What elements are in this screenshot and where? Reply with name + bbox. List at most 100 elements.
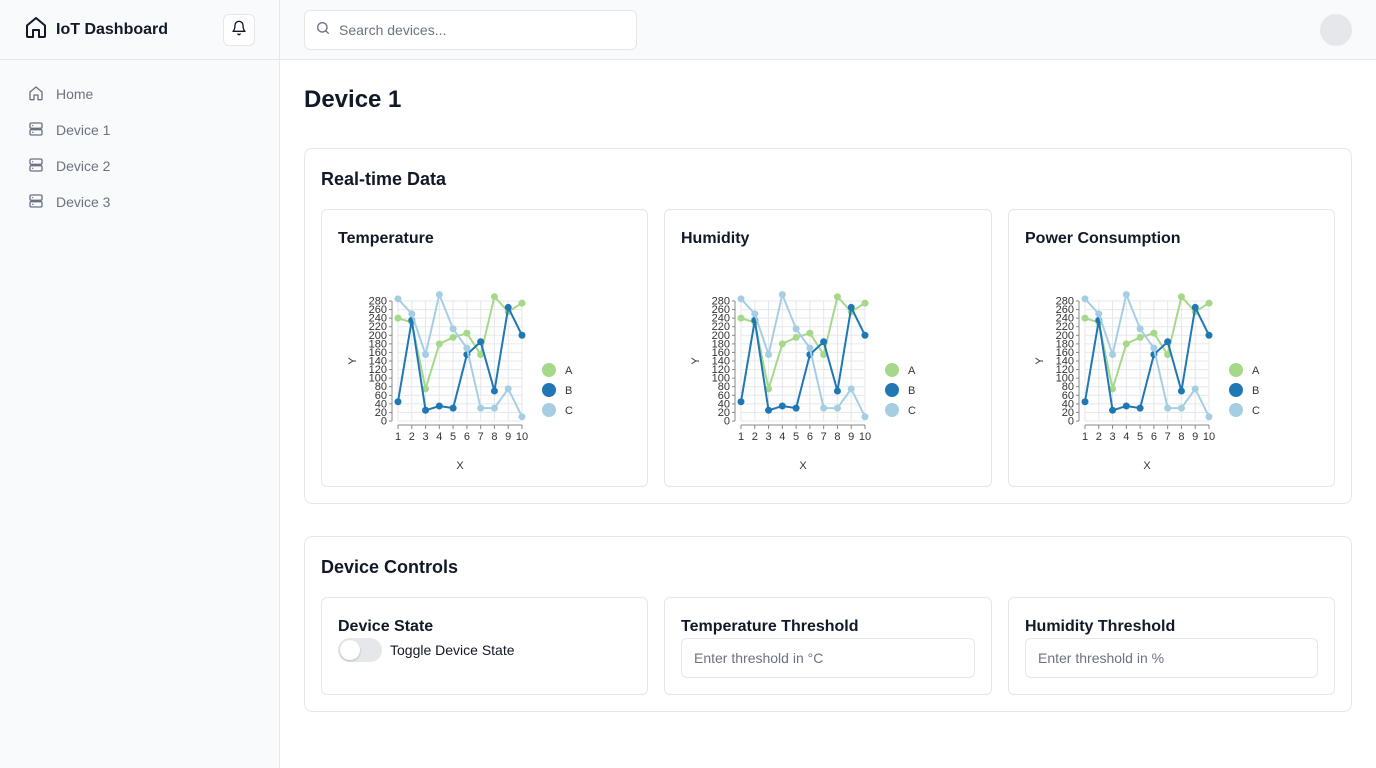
data-point-b	[1205, 331, 1213, 339]
search-input[interactable]	[339, 22, 619, 38]
home-icon	[28, 85, 44, 104]
home-icon	[24, 15, 48, 44]
data-point-c	[1150, 344, 1158, 352]
legend-swatch-a	[542, 363, 556, 377]
legend-label: A	[908, 365, 916, 377]
x-tick-label: 5	[793, 431, 799, 443]
x-tick-label: 7	[821, 431, 827, 443]
x-tick-label: 8	[491, 431, 497, 443]
legend-swatch-c	[885, 403, 899, 417]
legend-label: C	[565, 405, 573, 417]
data-point-a	[1205, 299, 1213, 307]
toggle-knob	[340, 640, 360, 660]
data-point-a	[1136, 333, 1144, 341]
data-point-a	[394, 314, 402, 322]
data-point-c	[1164, 404, 1172, 412]
x-tick-label: 10	[1203, 431, 1215, 443]
chart-card-humidity: Humidity 0 20 40 60 80 100 120 140 160 180 200 220 2…	[664, 209, 992, 487]
humidity-threshold-input[interactable]	[1025, 638, 1318, 678]
data-point-c	[463, 344, 471, 352]
data-point-b	[435, 402, 443, 410]
x-axis-label: X	[799, 460, 807, 472]
data-point-b	[1191, 303, 1199, 311]
data-point-a	[778, 340, 786, 348]
legend-swatch-a	[1229, 363, 1243, 377]
legend-swatch-c	[1229, 403, 1243, 417]
data-point-b	[820, 338, 828, 346]
x-tick-label: 1	[1082, 431, 1088, 443]
data-point-b	[422, 406, 430, 414]
legend-label: A	[1252, 365, 1260, 377]
toggle-label: Toggle Device State	[390, 642, 515, 658]
temperature-threshold-input[interactable]	[681, 638, 975, 678]
sidebar-item-device-2[interactable]: Device 2	[16, 148, 263, 184]
x-tick-label: 1	[738, 431, 744, 443]
temperature-threshold-card: Temperature Threshold	[664, 597, 992, 695]
x-tick-label: 8	[834, 431, 840, 443]
chart-card-temperature: Temperature 0 20 40 60 80 100 120 140 160 180 200 2…	[321, 209, 648, 487]
x-tick-label: 10	[516, 431, 528, 443]
y-tick-label: 280	[1056, 296, 1074, 308]
data-point-c	[490, 404, 498, 412]
data-point-b	[1136, 404, 1144, 412]
data-point-a	[806, 329, 814, 337]
data-point-b	[1081, 398, 1089, 406]
notifications-button[interactable]	[223, 14, 255, 46]
x-tick-label: 9	[848, 431, 854, 443]
search-box	[304, 10, 637, 50]
legend-swatch-b	[542, 383, 556, 397]
x-tick-label: 4	[436, 431, 442, 443]
sidebar-nav: Home Device 1 Device 2 Device 3	[0, 60, 279, 236]
x-tick-label: 3	[1109, 431, 1115, 443]
data-point-c	[737, 295, 745, 303]
sidebar-item-device-1[interactable]: Device 1	[16, 112, 263, 148]
data-point-c	[1109, 351, 1117, 359]
search-icon	[315, 20, 331, 41]
x-tick-label: 7	[478, 431, 484, 443]
x-tick-label: 8	[1178, 431, 1184, 443]
data-point-b	[477, 338, 485, 346]
sidebar: IoT Dashboard Home Device 1 Device 2 Dev…	[0, 0, 280, 768]
sidebar-item-home[interactable]: Home	[16, 76, 263, 112]
data-point-c	[820, 404, 828, 412]
data-point-c	[1191, 385, 1199, 393]
data-point-a	[490, 293, 498, 301]
legend-swatch-c	[542, 403, 556, 417]
y-tick-label: 280	[369, 296, 387, 308]
data-point-b	[737, 398, 745, 406]
data-point-c	[422, 351, 430, 359]
data-point-c	[449, 325, 457, 333]
data-point-b	[792, 404, 800, 412]
x-tick-label: 10	[859, 431, 871, 443]
data-point-b	[1177, 387, 1185, 395]
avatar[interactable]	[1320, 14, 1352, 46]
data-point-a	[435, 340, 443, 348]
data-point-b	[1164, 338, 1172, 346]
legend-label: B	[908, 385, 915, 397]
data-point-c	[518, 413, 526, 421]
y-axis-label: Y	[1034, 357, 1046, 365]
server-icon	[28, 121, 44, 140]
chart-temperature: 0204060801001201401601802002202402602801…	[347, 291, 573, 472]
data-point-a	[463, 329, 471, 337]
data-point-b	[394, 398, 402, 406]
data-point-c	[1136, 325, 1144, 333]
app-logo[interactable]: IoT Dashboard	[24, 15, 168, 44]
data-point-b	[765, 406, 773, 414]
legend-label: C	[1252, 405, 1260, 417]
data-point-a	[1150, 329, 1158, 337]
data-point-c	[792, 325, 800, 333]
data-point-c	[477, 404, 485, 412]
sidebar-item-label: Home	[56, 86, 94, 102]
data-point-a	[1081, 314, 1089, 322]
legend-label: B	[1252, 385, 1259, 397]
sidebar-item-device-3[interactable]: Device 3	[16, 184, 263, 220]
device-state-toggle[interactable]	[338, 638, 382, 662]
x-tick-label: 2	[1096, 431, 1102, 443]
x-tick-label: 4	[779, 431, 785, 443]
data-point-c	[1081, 295, 1089, 303]
x-axis-label: X	[456, 460, 464, 472]
y-axis-label: Y	[690, 357, 702, 365]
bell-icon	[231, 20, 247, 41]
legend-label: C	[908, 405, 916, 417]
